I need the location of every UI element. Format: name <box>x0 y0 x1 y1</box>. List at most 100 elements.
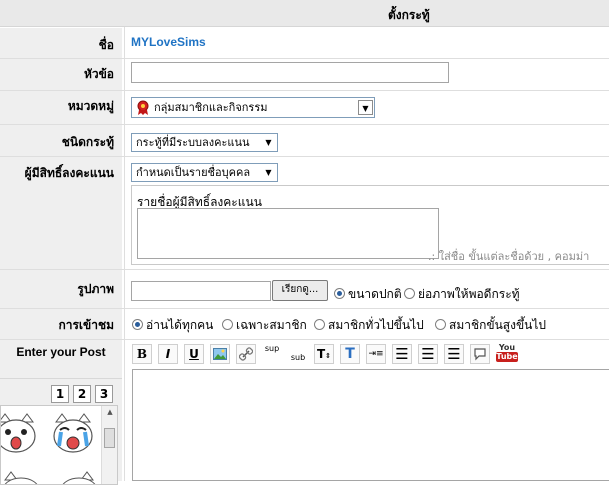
insert-image-button[interactable] <box>210 344 230 364</box>
access-members-label: เฉพาะสมาชิก <box>236 318 307 332</box>
cat-emoticon[interactable] <box>59 468 99 484</box>
youtube-tube: Tube <box>496 352 518 362</box>
access-label-cell: การเข้าชม <box>0 309 122 339</box>
indent-button[interactable]: ⇥≡ <box>366 344 386 364</box>
access-all-label: อ่านได้ทุกคน <box>146 318 214 332</box>
emoticon-page-3[interactable]: 3 <box>95 385 113 403</box>
editor-toolbar: B I U sup sub T⇕ T ⇥≡ ☰ ☰ ☰ You Tube <box>126 340 609 368</box>
image-size-fit-option[interactable]: ย่อภาพให้พอดีกระทู้ <box>404 285 520 304</box>
image-size-normal-label: ขนาดปกติ <box>348 287 402 301</box>
subject-label-cell: หัวข้อ <box>0 59 122 90</box>
indent-icon: ⇥≡ <box>368 349 384 359</box>
category-row: หมวดหมู่ กลุ่มสมาชิกและกิจกรรม ▼ <box>0 91 609 124</box>
voters-mode-selected: กำหนดเป็นรายชื่อบุคคล <box>136 166 251 179</box>
italic-button[interactable]: I <box>158 344 178 364</box>
post-label-cell: Enter your Post <box>0 340 122 378</box>
form-header: ตั้งกระทู้ <box>0 0 609 27</box>
access-value-cell: อ่านได้ทุกคน เฉพาะสมาชิก สมาชิกทั่วไปขึ้… <box>126 309 609 339</box>
sort-arrows-icon: ⇕ <box>325 352 332 360</box>
image-value-cell: เรียกดู... ขนาดปกติ ย่อภาพให้พอดีกระทู้ <box>126 270 609 308</box>
topic-type-label-cell: ชนิดกระทู้ <box>0 125 122 156</box>
topic-type-select[interactable]: กระทู้ที่มีระบบลงคะแนน ▼ <box>131 133 278 152</box>
chevron-down-icon: ▼ <box>261 165 276 180</box>
image-size-fit-label: ย่อภาพให้พอดีกระทู้ <box>418 287 520 301</box>
subject-value-cell <box>126 59 609 90</box>
access-general-option[interactable]: สมาชิกทั่วไปขึ้นไป <box>314 316 424 335</box>
members-group-icon <box>136 100 150 122</box>
voters-hint: .: ใส่ชื่อ ขั้นแต่ละชื่อด้วย , คอมม่า <box>428 250 590 263</box>
text-size-button[interactable]: T⇕ <box>314 344 334 364</box>
topic-type-selected: กระทู้ที่มีระบบลงคะแนน <box>136 136 250 149</box>
subject-row: หัวข้อ <box>0 59 609 90</box>
voters-label-cell: ผู้มีสิทธิ์ลงคะแนน <box>0 157 122 269</box>
access-all-option[interactable]: อ่านได้ทุกคน <box>132 316 213 335</box>
name-value-cell: MYLoveSims <box>126 28 609 58</box>
quote-button[interactable] <box>470 344 490 364</box>
voters-mode-select[interactable]: กำหนดเป็นรายชื่อบุคคล ▼ <box>131 163 278 182</box>
cat-emoticon[interactable] <box>1 468 41 484</box>
category-selected: กลุ่มสมาชิกและกิจกรรม <box>154 101 268 114</box>
align-right-button[interactable]: ☰ <box>444 344 464 364</box>
scrollbar-thumb[interactable] <box>104 428 115 448</box>
access-label: การเข้าชม <box>58 318 114 332</box>
subject-label: หัวข้อ <box>83 67 114 81</box>
chevron-down-icon: ▼ <box>261 135 276 150</box>
form-title: ตั้งกระทู้ <box>388 8 430 22</box>
subject-input[interactable] <box>131 62 449 83</box>
emoticon-page-1[interactable]: 1 <box>51 385 69 403</box>
radio-selected-icon <box>132 319 143 330</box>
image-row: รูปภาพ เรียกดู... ขนาดปกติ ย่อภาพให้พอดี… <box>0 270 609 308</box>
speech-bubble-icon <box>473 348 487 364</box>
image-label-cell: รูปภาพ <box>0 270 122 308</box>
radio-icon <box>314 319 325 330</box>
image-label: รูปภาพ <box>77 282 114 296</box>
category-label: หมวดหมู่ <box>67 99 114 113</box>
name-label: ชื่อ <box>98 38 114 52</box>
crying-cat-emoticon[interactable] <box>51 412 95 459</box>
post-body-textarea[interactable] <box>132 369 609 481</box>
text-color-button[interactable]: T <box>340 344 360 364</box>
emoticon-scrollbar[interactable]: ▲ <box>101 406 117 484</box>
access-advanced-label: สมาชิกขั้นสูงขึ้นไป <box>449 318 547 332</box>
superscript-button[interactable]: sup <box>262 344 282 364</box>
topic-type-label: ชนิดกระทู้ <box>61 135 114 149</box>
youtube-you: You <box>498 343 516 352</box>
youtube-button[interactable]: You Tube <box>496 343 518 365</box>
align-left-button[interactable]: ☰ <box>392 344 412 364</box>
radio-selected-icon <box>334 288 345 299</box>
username-link[interactable]: MYLoveSims <box>131 35 206 49</box>
underline-button[interactable]: U <box>184 344 204 364</box>
post-label: Enter your Post <box>16 345 106 359</box>
browse-button[interactable]: เรียกดู... <box>272 280 328 301</box>
image-icon <box>213 348 227 363</box>
name-row: ชื่อ MYLoveSims <box>0 28 609 58</box>
category-label-cell: หมวดหมู่ <box>0 91 122 124</box>
align-right-icon: ☰ <box>447 345 461 363</box>
category-value-cell: กลุ่มสมาชิกและกิจกรรม ▼ <box>126 91 609 124</box>
emoticon-list: ▲ <box>0 405 118 485</box>
insert-link-button[interactable] <box>236 344 256 364</box>
category-select[interactable]: กลุ่มสมาชิกและกิจกรรม ▼ <box>131 97 375 118</box>
radio-icon <box>404 288 415 299</box>
text-size-label: T <box>316 347 326 361</box>
radio-icon <box>435 319 446 330</box>
image-size-normal-option[interactable]: ขนาดปกติ <box>334 285 402 304</box>
subscript-button[interactable]: sub <box>288 344 308 364</box>
access-general-label: สมาชิกทั่วไปขึ้นไป <box>328 318 424 332</box>
emoticon-panel: 1 2 3 ▲ <box>0 378 122 485</box>
voters-names-textarea[interactable] <box>137 208 439 259</box>
radio-icon <box>222 319 233 330</box>
align-center-button[interactable]: ☰ <box>418 344 438 364</box>
align-center-icon: ☰ <box>421 345 435 363</box>
bold-button[interactable]: B <box>132 344 152 364</box>
chevron-down-icon: ▼ <box>358 100 373 115</box>
shocked-cat-emoticon[interactable] <box>1 412 37 459</box>
access-members-option[interactable]: เฉพาะสมาชิก <box>222 316 307 335</box>
access-row: การเข้าชม อ่านได้ทุกคน เฉพาะสมาชิก สมาชิ… <box>0 309 609 339</box>
align-left-icon: ☰ <box>395 345 409 363</box>
scroll-up-icon[interactable]: ▲ <box>102 408 117 416</box>
access-advanced-option[interactable]: สมาชิกขั้นสูงขึ้นไป <box>435 316 546 335</box>
voters-row: ผู้มีสิทธิ์ลงคะแนน กำหนดเป็นรายชื่อบุคคล… <box>0 157 609 269</box>
image-file-input[interactable] <box>131 281 271 301</box>
emoticon-page-2[interactable]: 2 <box>73 385 91 403</box>
